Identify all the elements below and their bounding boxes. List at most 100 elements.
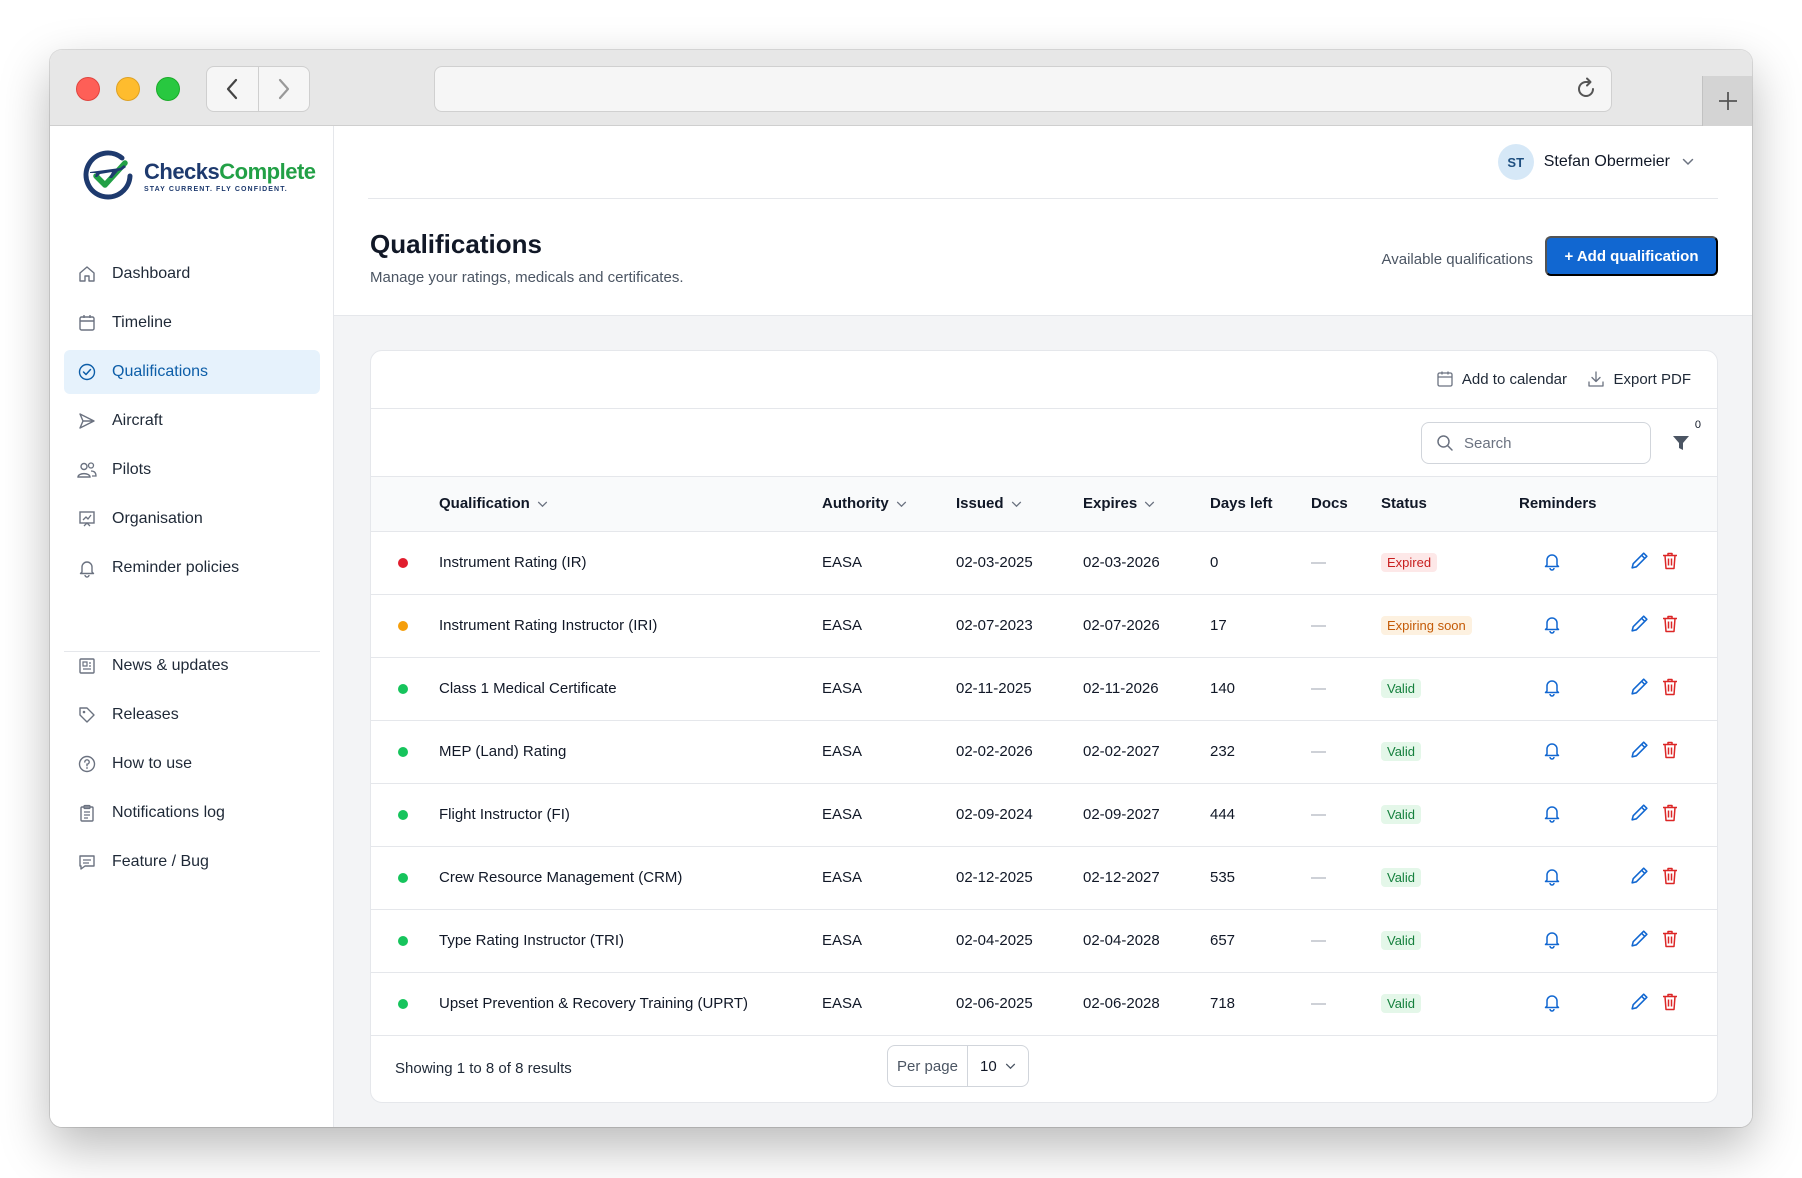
page-title: Qualifications: [370, 229, 542, 259]
reload-button[interactable]: [1573, 76, 1599, 107]
column-header-reminders: Reminders: [1519, 477, 1629, 532]
actions-header: [1629, 477, 1717, 532]
sidebar-item-feature-bug[interactable]: Feature / Bug: [64, 840, 320, 884]
reminder-bell-button[interactable]: [1542, 803, 1562, 827]
address-bar[interactable]: [434, 66, 1612, 112]
back-button[interactable]: [207, 67, 258, 111]
per-page-select[interactable]: Per page 10: [887, 1045, 1029, 1087]
pencil-icon: [1631, 867, 1648, 884]
column-label: Authority: [822, 495, 889, 513]
maximize-window-button[interactable]: [156, 77, 180, 101]
edit-button[interactable]: [1629, 613, 1650, 638]
minimize-window-button[interactable]: [116, 77, 140, 101]
status-dot-header: [371, 477, 439, 532]
delete-button[interactable]: [1660, 991, 1680, 1016]
delete-button[interactable]: [1660, 928, 1680, 953]
edit-button[interactable]: [1629, 550, 1650, 575]
sidebar-item-reminder-policies[interactable]: Reminder policies: [64, 546, 320, 590]
reminder-bell-button[interactable]: [1542, 677, 1562, 701]
home-icon: [76, 263, 98, 285]
sidebar-item-label: Qualifications: [112, 363, 209, 380]
authority-cell: EASA: [822, 972, 956, 1036]
per-page-label: Per page: [888, 1046, 968, 1086]
sidebar-item-timeline[interactable]: Timeline: [64, 301, 320, 345]
edit-button[interactable]: [1629, 991, 1650, 1016]
table-row[interactable]: Flight Instructor (FI) EASA 02-09-2024 02-0…: [371, 783, 1717, 847]
sidebar-item-dashboard[interactable]: Dashboard: [64, 252, 320, 296]
browser-titlebar: [50, 50, 1752, 126]
bell-icon: [1544, 994, 1560, 1012]
newspaper-icon: [76, 655, 98, 677]
edit-button[interactable]: [1629, 676, 1650, 701]
delete-button[interactable]: [1660, 739, 1680, 764]
sidebar-item-qualifications[interactable]: Qualifications: [64, 350, 320, 394]
issued-cell: 02-12-2025: [956, 846, 1083, 910]
delete-button[interactable]: [1660, 676, 1680, 701]
sidebar-item-news[interactable]: News & updates: [64, 644, 320, 688]
edit-button[interactable]: [1629, 739, 1650, 764]
edit-button[interactable]: [1629, 802, 1650, 827]
bell-icon: [1544, 616, 1560, 634]
sidebar-item-releases[interactable]: Releases: [64, 693, 320, 737]
table-row[interactable]: MEP (Land) Rating EASA 02-02-2026 02-02-202…: [371, 720, 1717, 784]
sidebar-item-label: Releases: [112, 706, 179, 723]
days-left-cell: 718: [1210, 972, 1311, 1036]
reminder-bell-button[interactable]: [1542, 866, 1562, 890]
column-header-authority[interactable]: Authority: [822, 477, 956, 532]
delete-button[interactable]: [1660, 802, 1680, 827]
pencil-icon: [1631, 615, 1648, 632]
edit-button[interactable]: [1629, 928, 1650, 953]
status-badge: Valid: [1381, 805, 1421, 824]
column-header-expires[interactable]: Expires: [1083, 477, 1210, 532]
close-window-button[interactable]: [76, 77, 100, 101]
reminder-bell-button[interactable]: [1542, 614, 1562, 638]
add-to-calendar-button[interactable]: Add to calendar: [1436, 370, 1567, 388]
table-row[interactable]: Upset Prevention & Recovery Training (UP…: [371, 972, 1717, 1036]
bell-icon: [1544, 868, 1560, 886]
user-menu[interactable]: ST Stefan Obermeier: [1497, 144, 1694, 180]
delete-button[interactable]: [1660, 865, 1680, 890]
chevron-down-icon: [1011, 501, 1021, 507]
column-header-issued[interactable]: Issued: [956, 477, 1083, 532]
sidebar-item-organisation[interactable]: Organisation: [64, 497, 320, 541]
table-row[interactable]: Crew Resource Management (CRM) EASA 02-12-…: [371, 846, 1717, 910]
table-row[interactable]: Class 1 Medical Certificate EASA 02-11-202…: [371, 657, 1717, 721]
docs-cell: —: [1311, 720, 1381, 784]
add-qualification-button[interactable]: + Add qualification: [1545, 236, 1718, 276]
brand-logo[interactable]: ChecksComplete STAY CURRENT. FLY CONFIDE…: [80, 148, 316, 204]
status-badge: Valid: [1381, 742, 1421, 761]
forward-button[interactable]: [257, 67, 310, 111]
table-row[interactable]: Type Rating Instructor (TRI) EASA 02-04-20…: [371, 909, 1717, 973]
search-box[interactable]: [1421, 422, 1651, 464]
sidebar-item-notifications-log[interactable]: Notifications log: [64, 791, 320, 835]
table-row[interactable]: Instrument Rating (IR) EASA 02-03-2025 02-0…: [371, 531, 1717, 595]
reminder-bell-button[interactable]: [1542, 929, 1562, 953]
available-qualifications-link[interactable]: Available qualifications: [1382, 251, 1534, 268]
table-row[interactable]: Instrument Rating Instructor (IRI) EASA 02…: [371, 594, 1717, 658]
per-page-value-wrap[interactable]: 10: [968, 1046, 1028, 1086]
table-header-row: Qualification Authority Issued Expires D…: [371, 477, 1717, 532]
download-icon: [1588, 371, 1605, 387]
filter-button[interactable]: [1671, 433, 1691, 458]
reminder-bell-button[interactable]: [1542, 551, 1562, 575]
chevron-down-icon: [1005, 1063, 1016, 1069]
delete-button[interactable]: [1660, 613, 1680, 638]
sidebar-item-label: News & updates: [112, 657, 229, 674]
column-header-qualification[interactable]: Qualification: [439, 477, 822, 532]
reminder-bell-button[interactable]: [1542, 992, 1562, 1016]
status-cell: Valid: [1381, 846, 1519, 910]
question-circle-icon: [76, 753, 98, 775]
delete-button[interactable]: [1660, 550, 1680, 575]
sidebar-item-pilots[interactable]: Pilots: [64, 448, 320, 492]
qualification-cell: Upset Prevention & Recovery Training (UP…: [439, 972, 822, 1036]
sidebar-item-how-to-use[interactable]: How to use: [64, 742, 320, 786]
edit-button[interactable]: [1629, 865, 1650, 890]
sidebar-item-aircraft[interactable]: Aircraft: [64, 399, 320, 443]
issued-cell: 02-04-2025: [956, 909, 1083, 973]
reminder-bell-button[interactable]: [1542, 740, 1562, 764]
export-pdf-button[interactable]: Export PDF: [1587, 370, 1691, 388]
filter-count-badge: 0: [1694, 419, 1701, 431]
pencil-icon: [1631, 741, 1648, 758]
new-tab-button[interactable]: [1702, 76, 1752, 126]
search-input[interactable]: [1464, 434, 1634, 452]
